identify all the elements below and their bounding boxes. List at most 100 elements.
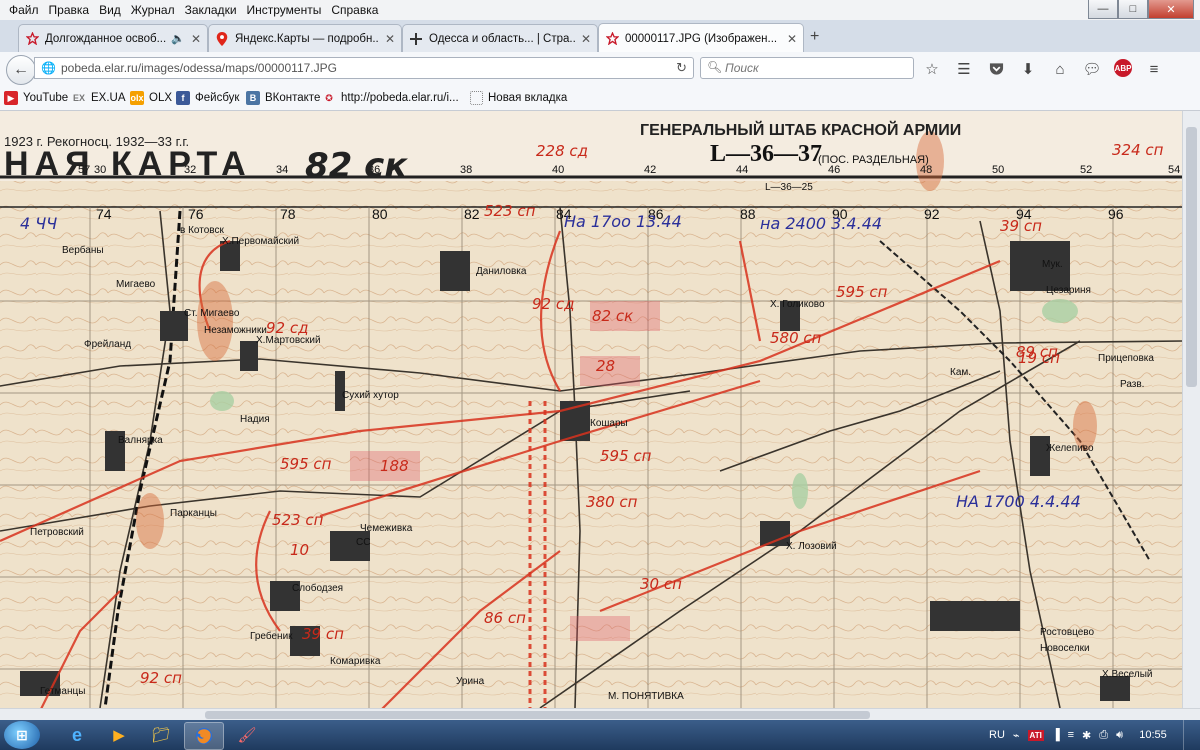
paint-icon[interactable]: 🖌︎ xyxy=(228,722,266,748)
show-desktop-button[interactable] xyxy=(1183,720,1194,750)
grid-top-label: 42 xyxy=(644,164,656,176)
new-tab-button[interactable]: + xyxy=(810,28,819,46)
close-tab-icon[interactable]: ✕ xyxy=(787,32,797,46)
pocket-icon[interactable] xyxy=(986,59,1006,79)
back-button[interactable]: ← xyxy=(6,55,36,85)
place-name: Разв. xyxy=(1120,379,1144,390)
place-name: Х. Голиково xyxy=(770,299,825,310)
bookmark-item[interactable]: olx OLX xyxy=(130,91,172,105)
place-name: Кам. xyxy=(950,367,971,378)
file-explorer-icon[interactable]: 📁︎ xyxy=(142,722,180,748)
unit-label: 28 xyxy=(596,357,615,375)
place-name: М. ПОНЯТИВКА xyxy=(608,691,684,702)
menu-item[interactable]: Журнал xyxy=(126,3,180,17)
maximize-button[interactable]: □ xyxy=(1118,0,1148,19)
adblock-icon[interactable]: ABP xyxy=(1114,59,1132,77)
tab-title: Одесса и область... | Стра... xyxy=(429,32,575,45)
close-tab-icon[interactable]: ✕ xyxy=(581,32,591,46)
bookmark-item[interactable]: ▶ YouTube xyxy=(4,91,68,105)
map-pin-icon xyxy=(215,31,229,46)
home-icon[interactable]: ⌂ xyxy=(1050,59,1070,79)
tab-1[interactable]: Яндекс.Карты — подробн... ✕ xyxy=(208,24,402,52)
media-player-icon[interactable]: ▶ xyxy=(100,722,138,748)
bookmark-item[interactable]: EX EX.UA xyxy=(72,91,126,105)
bookmark-item[interactable]: ✪ http://pobeda.elar.ru/i... xyxy=(322,91,459,105)
place-name: СС xyxy=(356,537,370,548)
ati-icon[interactable]: ATI xyxy=(1027,729,1044,741)
unit-label: 523 сп xyxy=(272,511,324,529)
firefox-icon[interactable] xyxy=(184,722,224,750)
start-button[interactable]: ⊞ xyxy=(4,721,40,749)
speaker-icon[interactable]: 🔈 xyxy=(171,32,185,45)
chat-icon[interactable]: 💬︎ xyxy=(1082,59,1102,79)
place-name: Мигаево xyxy=(116,279,156,290)
scroll-thumb[interactable] xyxy=(1186,127,1197,387)
star-icon: ✪ xyxy=(325,92,333,103)
minimize-button[interactable]: — xyxy=(1088,0,1118,19)
nav-bar: ← 🌐 pobeda.elar.ru/images/odessa/maps/00… xyxy=(0,52,1200,86)
menu-item[interactable]: Справка xyxy=(326,3,383,17)
usb-icon[interactable]: ⌁ xyxy=(1013,729,1020,742)
grid-row-label: 88 xyxy=(740,206,756,222)
place-name: Валнярка xyxy=(118,435,163,446)
tab-0[interactable]: Долгожданное освоб... 🔈 ✕ xyxy=(18,24,208,52)
place-name: Даниловка xyxy=(476,266,527,277)
place-name: Цезариня xyxy=(1046,285,1091,296)
unit-label: 4 ЧЧ xyxy=(20,214,57,233)
volume-icon[interactable]: 🔊︎ xyxy=(1116,729,1123,742)
bookmark-label: http://pobeda.elar.ru/i... xyxy=(341,92,459,104)
close-tab-icon[interactable]: ✕ xyxy=(385,32,395,46)
grid-top-label: 48 xyxy=(920,164,932,176)
menu-item[interactable]: Вид xyxy=(94,3,126,17)
menu-item[interactable]: Закладки xyxy=(180,3,242,17)
reload-icon[interactable]: ↻ xyxy=(676,60,687,76)
language-indicator[interactable]: RU xyxy=(989,729,1005,741)
tab-2[interactable]: Одесса и область... | Стра... ✕ xyxy=(402,24,598,52)
ie-icon[interactable]: e xyxy=(58,722,96,748)
clock[interactable]: 10:55 xyxy=(1131,729,1175,741)
signal-icon[interactable]: ▐ xyxy=(1052,729,1060,741)
place-name: Х. Лозовий xyxy=(786,541,837,552)
vertical-scrollbar[interactable] xyxy=(1182,111,1200,708)
place-name: Надия xyxy=(240,414,270,425)
place-name: Фрейланд xyxy=(84,339,131,350)
bookmark-star-icon[interactable]: ☆ xyxy=(922,59,942,79)
download-icon[interactable]: ⬇ xyxy=(1018,59,1038,79)
grid-top-label: 30 xyxy=(94,164,106,176)
menu-item[interactable]: Правка xyxy=(44,3,95,17)
bluetooth-icon[interactable]: ✱ xyxy=(1082,729,1091,742)
address-bar[interactable]: 🌐 pobeda.elar.ru/images/odessa/maps/0000… xyxy=(34,57,694,79)
menu-icon[interactable]: ≡ xyxy=(1144,59,1164,79)
unit-label: на 2400 3.4.44 xyxy=(760,214,882,233)
grid-top-label: 54 xyxy=(1168,164,1180,176)
close-tab-icon[interactable]: ✕ xyxy=(191,32,201,46)
close-button[interactable]: ✕ xyxy=(1148,0,1194,19)
menu-item[interactable]: Файл xyxy=(4,3,44,17)
place-name: Мук. xyxy=(1042,259,1063,270)
place-name: Ростовцево xyxy=(1040,627,1095,638)
place-name: в Котовск xyxy=(180,225,224,236)
place-name: Ст. Мигаево xyxy=(184,308,240,319)
cross-icon xyxy=(409,32,423,46)
bookmark-item[interactable]: Новая вкладка xyxy=(470,91,567,105)
grid-row-label: 76 xyxy=(188,206,204,222)
tab-3-active[interactable]: 00000117.JPG (Изображен... ✕ xyxy=(598,23,804,53)
reading-list-icon[interactable]: ☰ xyxy=(954,59,974,79)
network-icon[interactable]: ≡ xyxy=(1068,729,1074,741)
tab-title: Долгожданное освоб... xyxy=(45,32,167,45)
url-text[interactable]: pobeda.elar.ru/images/odessa/maps/000001… xyxy=(61,61,337,75)
grid-top-label: 52 xyxy=(1080,164,1092,176)
map-title-fragment: НАЯ КАРТА xyxy=(4,145,252,183)
scroll-thumb[interactable] xyxy=(205,711,870,719)
grid-row-label: 82 xyxy=(464,206,480,222)
printer-icon[interactable]: ⎙ xyxy=(1099,729,1108,742)
grid-row-label: 80 xyxy=(372,206,388,222)
unit-label: 10 xyxy=(290,541,309,559)
unit-label: 92 сд xyxy=(532,295,574,313)
menu-item[interactable]: Инструменты xyxy=(242,3,327,17)
map-sheet-number: L—36—37 xyxy=(710,141,822,167)
bookmark-item[interactable]: f Фейсбук xyxy=(176,91,239,105)
search-input[interactable] xyxy=(723,60,907,76)
search-bar[interactable]: 🔍︎ xyxy=(700,57,914,79)
bookmark-item[interactable]: B ВКонтакте xyxy=(246,91,320,105)
